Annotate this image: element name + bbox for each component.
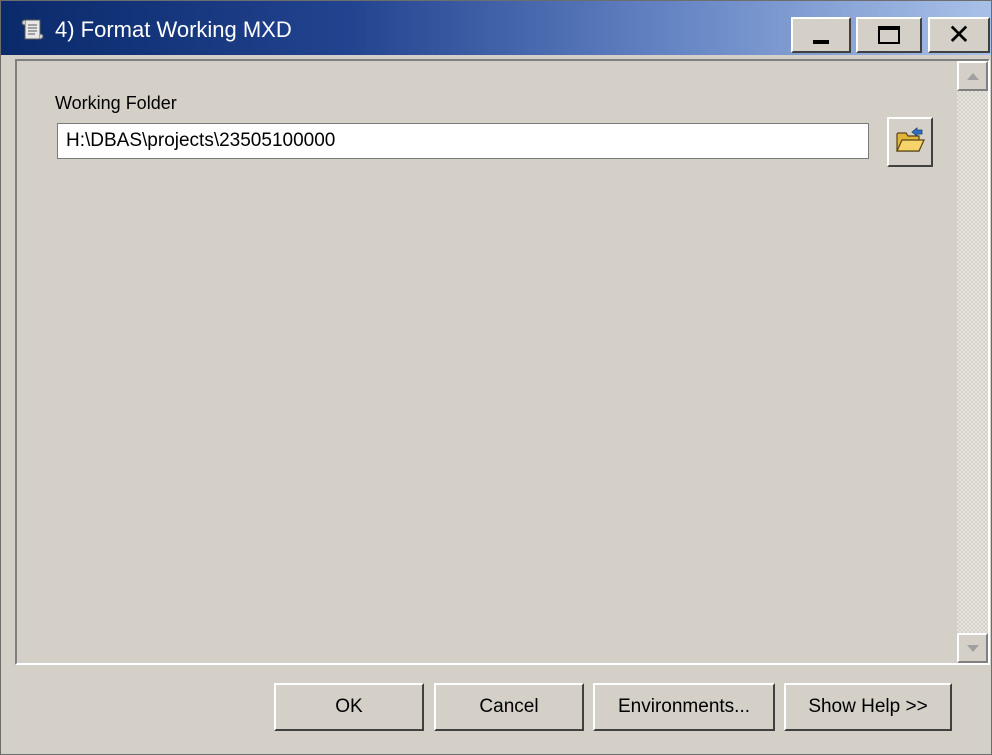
ok-button[interactable]: OK <box>274 683 424 731</box>
close-icon: ✕ <box>947 19 971 50</box>
format-working-mxd-dialog: 4) Format Working MXD ✕ Working Folder H… <box>0 0 992 755</box>
maximize-button[interactable] <box>856 17 922 53</box>
scroll-down-button[interactable] <box>957 633 988 663</box>
environments-button[interactable]: Environments... <box>593 683 775 731</box>
show-help-button[interactable]: Show Help >> <box>784 683 952 731</box>
script-tool-icon <box>19 17 45 43</box>
minimize-button[interactable] <box>791 17 851 53</box>
window-title: 4) Format Working MXD <box>55 17 292 42</box>
close-button[interactable]: ✕ <box>928 17 990 53</box>
arrow-up-icon <box>966 72 979 80</box>
vertical-scrollbar[interactable] <box>957 61 988 663</box>
title-bar[interactable]: 4) Format Working MXD ✕ <box>1 1 991 55</box>
parameters-panel: Working Folder <box>15 59 990 665</box>
minimize-icon <box>813 40 829 44</box>
working-folder-input[interactable] <box>57 123 869 159</box>
cancel-button[interactable]: Cancel <box>434 683 584 731</box>
browse-folder-button[interactable] <box>887 117 933 167</box>
maximize-icon <box>878 26 900 44</box>
scroll-up-button[interactable] <box>957 61 988 91</box>
open-folder-icon <box>895 126 925 159</box>
arrow-down-icon <box>966 644 979 652</box>
working-folder-label: Working Folder <box>55 93 177 113</box>
